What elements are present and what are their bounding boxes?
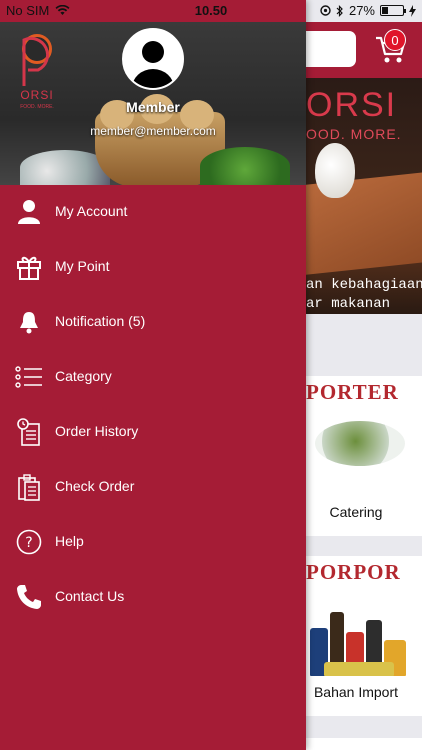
- card-label: Catering: [329, 504, 383, 520]
- bell-icon: [15, 308, 43, 336]
- menu-item-my-point[interactable]: My Point: [0, 240, 306, 295]
- drawer-header: ORSI FOOD. MORE. Member member@member.co…: [0, 22, 306, 185]
- menu-item-my-account[interactable]: My Account: [0, 185, 306, 240]
- battery-percent: 27%: [348, 3, 375, 18]
- phone-icon: [15, 583, 43, 611]
- menu-item-label: Contact Us: [55, 588, 125, 604]
- gift-icon: [15, 253, 43, 281]
- menu-item-label: Help: [55, 533, 84, 549]
- clipboard-icon: [15, 473, 43, 501]
- card-title: PORPOR: [306, 560, 401, 584]
- status-right: 27%: [320, 3, 416, 18]
- menu-item-notification[interactable]: Notification (5): [0, 295, 306, 350]
- card-label: Bahan Import: [313, 684, 399, 700]
- menu-item-label: Check Order: [55, 478, 135, 494]
- catering-food-image: [315, 421, 405, 466]
- menu-item-contact-us[interactable]: Contact Us: [0, 570, 306, 625]
- side-drawer: ORSI FOOD. MORE. Member member@member.co…: [0, 0, 306, 750]
- menu-item-check-order[interactable]: Check Order: [0, 460, 306, 515]
- card-title: PORTER: [306, 380, 399, 404]
- menu-item-label: My Point: [55, 258, 110, 274]
- avatar-person-icon: [132, 41, 174, 88]
- menu-item-label: Notification (5): [55, 313, 146, 329]
- member-name: Member: [126, 99, 180, 115]
- svg-text:?: ?: [25, 535, 32, 551]
- list-icon: [15, 363, 43, 391]
- logo-p-icon: [22, 36, 50, 86]
- banner-tagline: an kebahagiaan ar makanan: [306, 277, 422, 312]
- help-icon: ?: [15, 528, 43, 556]
- menu-item-category[interactable]: Category: [0, 350, 306, 405]
- user-icon: [15, 198, 43, 226]
- menu-item-label: Category: [55, 368, 112, 384]
- menu-item-help[interactable]: ? Help: [0, 515, 306, 570]
- imported-goods-image: [306, 596, 412, 676]
- menu-item-label: My Account: [55, 203, 128, 219]
- garlic-image: [315, 143, 355, 198]
- drawer-menu: My Account My Point Notification (5) Cat…: [0, 185, 306, 625]
- status-bar: No SIM 10.50 27%: [0, 0, 422, 22]
- menu-item-order-history[interactable]: Order History: [0, 405, 306, 460]
- banner-logo: ORSI: [306, 86, 398, 124]
- greens-image: [200, 147, 290, 185]
- location-icon: [320, 5, 331, 16]
- member-email: member@member.com: [90, 124, 216, 138]
- avatar[interactable]: [122, 28, 184, 90]
- charging-icon: [409, 4, 416, 17]
- bluetooth-icon: [336, 4, 343, 17]
- battery-icon: [380, 5, 406, 16]
- menu-item-label: Order History: [55, 423, 139, 439]
- cart-badge: 0: [384, 29, 406, 51]
- order-history-icon: [15, 418, 43, 446]
- banner-subtitle: OOD. MORE.: [306, 126, 402, 142]
